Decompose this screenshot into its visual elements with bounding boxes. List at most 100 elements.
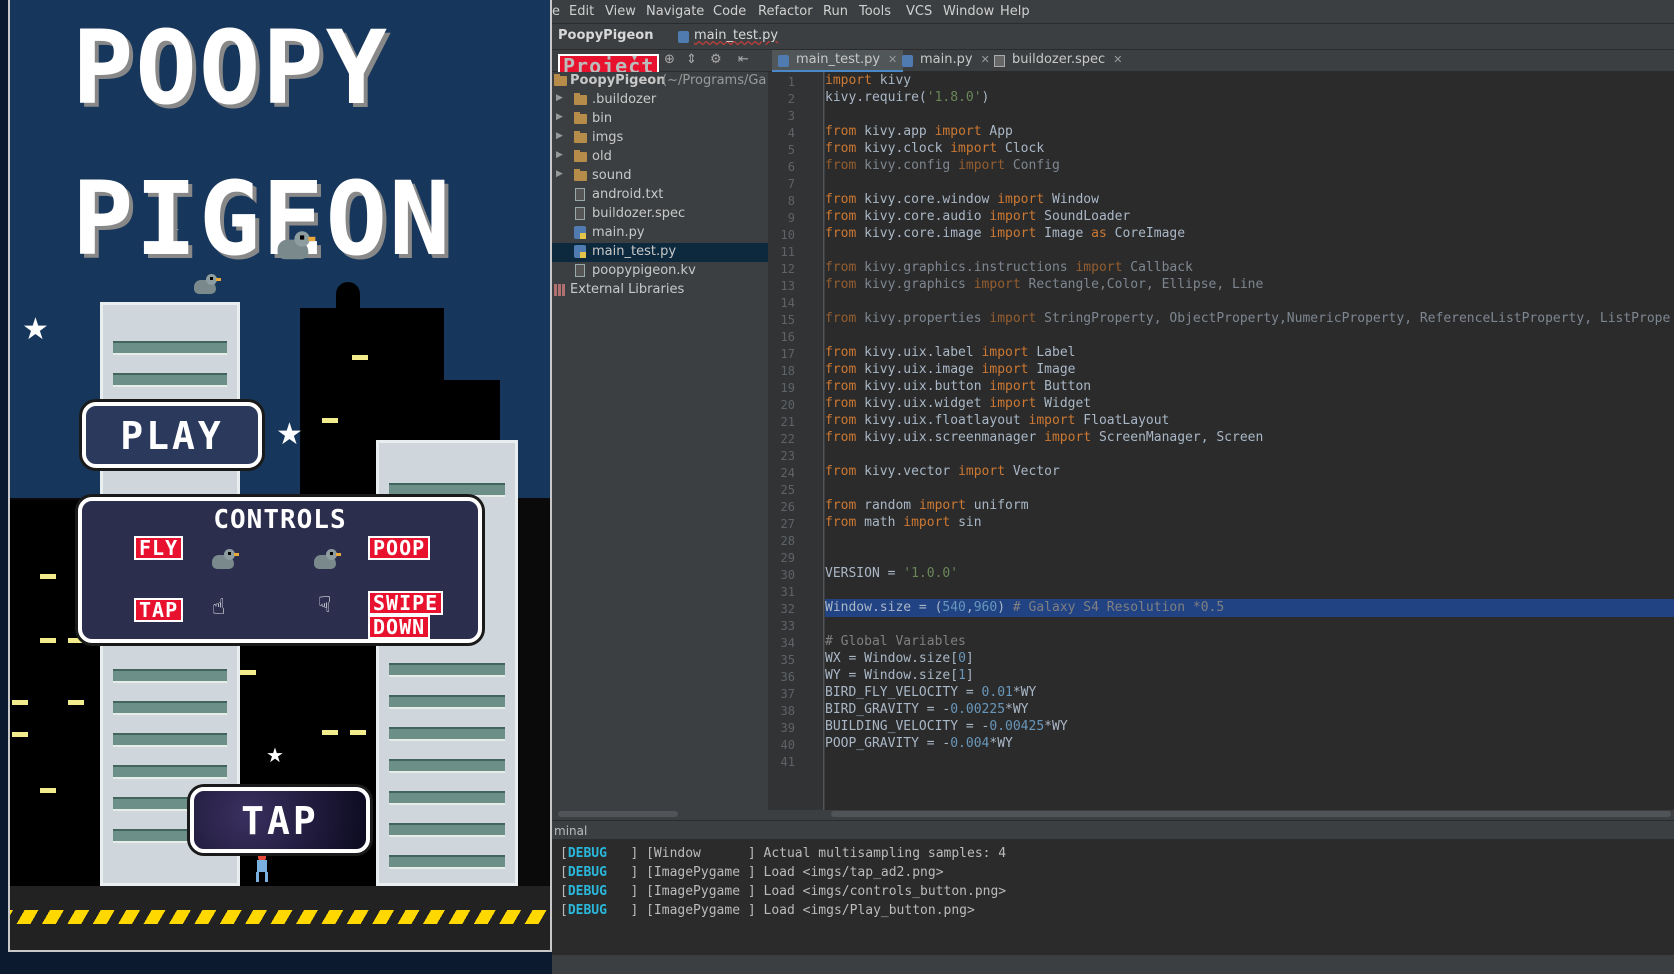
- code-line[interactable]: [825, 616, 1674, 634]
- code-line[interactable]: [825, 752, 1674, 770]
- code-line[interactable]: [825, 446, 1674, 464]
- python-file-icon: [902, 55, 913, 67]
- nav-project[interactable]: PoopyPigeon: [558, 28, 653, 43]
- tree-item[interactable]: ▶ bin: [552, 110, 768, 129]
- code-line[interactable]: kivy.require('1.8.0'): [825, 89, 1674, 107]
- line-number: 40: [780, 738, 795, 752]
- code-line[interactable]: WX = Window.size[0]: [825, 650, 1674, 668]
- editor-tab[interactable]: main.py ✕: [896, 50, 996, 72]
- code-line[interactable]: # Global Variables: [825, 633, 1674, 651]
- code-line[interactable]: VERSION = '1.0.0': [825, 565, 1674, 583]
- code-line[interactable]: from kivy.clock import Clock: [825, 140, 1674, 158]
- menu-item-vcs[interactable]: VCS: [906, 4, 932, 19]
- code-line[interactable]: from kivy.uix.floatlayout import FloatLa…: [825, 412, 1674, 430]
- close-icon[interactable]: ✕: [1113, 53, 1122, 66]
- line-number: 29: [780, 551, 795, 565]
- code-line[interactable]: BUILDING_VELOCITY = -0.00425*WY: [825, 718, 1674, 736]
- gear-icon[interactable]: ⚙: [710, 52, 722, 67]
- tree-item[interactable]: poopypigeon.kv: [552, 262, 768, 281]
- expand-arrow-icon[interactable]: ▶: [556, 169, 563, 179]
- code-line[interactable]: [825, 106, 1674, 124]
- tree-item[interactable]: ▶ .buildozer: [552, 91, 768, 110]
- chevron-down-icon[interactable]: ▾: [632, 53, 637, 64]
- code-line[interactable]: from kivy.core.audio import SoundLoader: [825, 208, 1674, 226]
- line-number: 2: [787, 92, 795, 106]
- expand-arrow-icon[interactable]: ▶: [556, 150, 563, 160]
- expand-arrow-icon[interactable]: ▶: [556, 112, 563, 122]
- code-line[interactable]: from kivy.core.image import Image as Cor…: [825, 225, 1674, 243]
- code-line[interactable]: [825, 548, 1674, 566]
- menu-item-view[interactable]: View: [605, 4, 636, 19]
- code-line[interactable]: [825, 327, 1674, 345]
- code-line[interactable]: from kivy.uix.image import Image: [825, 361, 1674, 379]
- tree-item[interactable]: ▶ sound: [552, 167, 768, 186]
- code-line[interactable]: Window.size = (540,960) # Galaxy S4 Reso…: [825, 599, 1674, 617]
- code-line[interactable]: [825, 531, 1674, 549]
- tree-horizontal-scrollbar[interactable]: [552, 810, 768, 818]
- menu-item-code[interactable]: Code: [713, 4, 746, 19]
- code-line[interactable]: [825, 293, 1674, 311]
- line-number: 21: [780, 415, 795, 429]
- code-editor[interactable]: import kivy kivy.require('1.8.0') from kiv…: [825, 72, 1674, 810]
- menu-item-help[interactable]: Help: [1000, 4, 1030, 19]
- code-line[interactable]: from kivy.core.window import Window: [825, 191, 1674, 209]
- code-line[interactable]: [825, 174, 1674, 192]
- menu-item-window[interactable]: Window: [943, 4, 994, 19]
- log-level-tag: DEBUG: [567, 884, 607, 899]
- tree-item[interactable]: ▶ old: [552, 148, 768, 167]
- code-line[interactable]: POOP_GRAVITY = -0.004*WY: [825, 735, 1674, 753]
- code-line[interactable]: [825, 480, 1674, 498]
- code-line[interactable]: from kivy.config import Config: [825, 157, 1674, 175]
- nav-file[interactable]: main_test.py: [694, 28, 778, 43]
- menu-item-edit[interactable]: Edit: [569, 4, 594, 19]
- expand-arrow-icon[interactable]: ▶: [556, 131, 563, 141]
- menu-item-refactor[interactable]: Refactor: [758, 4, 813, 19]
- tree-item[interactable]: PoopyPigeon (~/Programs/Ga: [552, 72, 768, 91]
- tab-label: buildozer.spec: [1012, 52, 1106, 67]
- tree-item[interactable]: External Libraries: [552, 281, 768, 300]
- collapse-icon[interactable]: ⇕: [686, 52, 697, 67]
- code-line[interactable]: from random import uniform: [825, 497, 1674, 515]
- code-line[interactable]: BIRD_FLY_VELOCITY = 0.01*WY: [825, 684, 1674, 702]
- terminal-output[interactable]: [DEBUG ] [Window ] Actual multisampling …: [552, 840, 1674, 954]
- code-line[interactable]: from math import sin: [825, 514, 1674, 532]
- code-line[interactable]: from kivy.vector import Vector: [825, 463, 1674, 481]
- target-icon[interactable]: ⊕: [664, 52, 675, 67]
- spec-file-icon: [994, 55, 1005, 67]
- menu-item-navigate[interactable]: Navigate: [646, 4, 704, 19]
- line-number: 1: [787, 75, 795, 89]
- menu-item-tools[interactable]: Tools: [859, 4, 891, 19]
- code-line[interactable]: BIRD_GRAVITY = -0.00225*WY: [825, 701, 1674, 719]
- menu-item-e[interactable]: e: [552, 4, 560, 19]
- code-line[interactable]: from kivy.graphics.instructions import C…: [825, 259, 1674, 277]
- log-level-tag: DEBUG: [567, 865, 607, 880]
- terminal-title[interactable]: minal: [554, 824, 587, 838]
- code-line[interactable]: from kivy.uix.button import Button: [825, 378, 1674, 396]
- tree-item[interactable]: ▶ imgs: [552, 129, 768, 148]
- tree-item[interactable]: main_test.py: [552, 243, 768, 262]
- menu-item-run[interactable]: Run: [823, 4, 848, 19]
- line-number: 9: [787, 211, 795, 225]
- code-line[interactable]: from kivy.graphics import Rectangle,Colo…: [825, 276, 1674, 294]
- tree-item-label: sound: [592, 168, 632, 183]
- editor-horizontal-scrollbar[interactable]: [825, 810, 1674, 818]
- editor-tab[interactable]: main_test.py ✕: [772, 50, 904, 72]
- code-line[interactable]: from kivy.uix.label import Label: [825, 344, 1674, 362]
- code-line[interactable]: from kivy.uix.widget import Widget: [825, 395, 1674, 413]
- code-line[interactable]: from kivy.properties import StringProper…: [825, 310, 1674, 328]
- code-line[interactable]: [825, 242, 1674, 260]
- tree-item[interactable]: android.txt: [552, 186, 768, 205]
- hide-panel-icon[interactable]: ⇤: [738, 52, 749, 67]
- text-file-icon: [575, 207, 585, 220]
- code-line[interactable]: WY = Window.size[1]: [825, 667, 1674, 685]
- expand-arrow-icon[interactable]: ▶: [556, 93, 563, 103]
- code-line[interactable]: import kivy: [825, 72, 1674, 90]
- log-level-tag: DEBUG: [567, 903, 607, 918]
- code-line[interactable]: from kivy.uix.screenmanager import Scree…: [825, 429, 1674, 447]
- tree-item[interactable]: buildozer.spec: [552, 205, 768, 224]
- editor-tab[interactable]: buildozer.spec ✕: [988, 50, 1128, 72]
- code-line[interactable]: [825, 582, 1674, 600]
- folder-icon: [554, 74, 567, 86]
- code-line[interactable]: from kivy.app import App: [825, 123, 1674, 141]
- tree-item[interactable]: main.py: [552, 224, 768, 243]
